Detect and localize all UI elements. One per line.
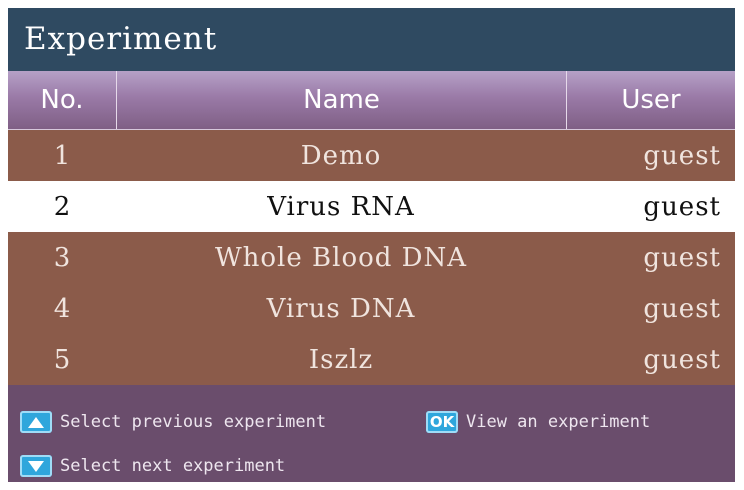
table-header: No. Name User (8, 71, 735, 130)
experiment-list: 1 Demo guest 2 Virus RNA guest 3 Whole B… (8, 130, 735, 385)
hint-previous-label: Select previous experiment (60, 412, 327, 432)
row-user: guest (643, 293, 721, 324)
row-no: 5 (53, 344, 71, 375)
page-title: Experiment (8, 8, 735, 71)
hint-next: Select next experiment (20, 453, 285, 479)
row-no: 1 (53, 140, 71, 171)
column-header-no: No. (40, 85, 84, 115)
hint-next-label: Select next experiment (60, 456, 286, 476)
row-user: guest (643, 344, 721, 375)
column-header-user: User (566, 71, 735, 129)
arrow-up-icon[interactable] (20, 411, 52, 433)
ok-key-button[interactable]: OK (426, 411, 458, 433)
row-no: 2 (53, 191, 71, 222)
row-name: Virus RNA (267, 191, 415, 222)
row-name: Demo (300, 140, 382, 171)
table-row[interactable]: 3 Whole Blood DNA guest (8, 232, 735, 283)
experiment-screen: Experiment No. Name User 1 Demo guest 2 … (8, 8, 735, 482)
hint-ok-label: View an experiment (466, 412, 651, 432)
hint-previous: Select previous experiment (20, 409, 326, 435)
row-name: Whole Blood DNA (214, 242, 468, 273)
column-header-name: Name (116, 71, 566, 129)
key-hints-panel: Select previous experiment OK View an ex… (8, 390, 735, 482)
arrow-down-icon[interactable] (20, 455, 52, 477)
table-row[interactable]: 1 Demo guest (8, 130, 735, 181)
table-row[interactable]: 4 Virus DNA guest (8, 283, 735, 334)
table-row-selected[interactable]: 2 Virus RNA guest (8, 181, 735, 232)
row-user: guest (643, 242, 721, 273)
row-name: Virus DNA (266, 293, 416, 324)
hint-ok: OK View an experiment (426, 409, 650, 435)
row-no: 4 (53, 293, 71, 324)
table-row[interactable]: 5 Iszlz guest (8, 334, 735, 385)
row-user: guest (643, 140, 721, 171)
row-user: guest (643, 191, 721, 222)
row-name: Iszlz (308, 344, 374, 375)
row-no: 3 (53, 242, 71, 273)
